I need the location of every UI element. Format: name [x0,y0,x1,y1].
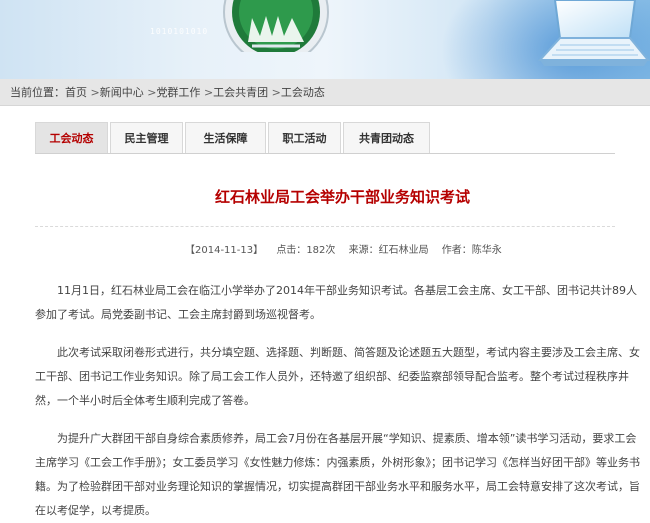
source-value: 红石林业局 [378,245,429,256]
author-value: 陈华永 [471,245,502,256]
breadcrumb-item-union-league[interactable]: 工会共青团 [213,86,268,99]
breadcrumb-item-home[interactable]: 首页 [65,86,87,99]
forestry-logo-icon [223,0,329,52]
breadcrumb-item-news[interactable]: 新闻中心 [100,86,144,99]
category-tabs: 工会动态 民主管理 生活保障 职工活动 共青团动态 [35,122,432,153]
source-label: 来源： [348,245,379,256]
breadcrumb-prefix: 当前位置： [10,86,65,99]
article-paragraph: 此次考试采取闭卷形式进行，共分填空题、选择题、判断题、简答题及论述题五大题型，考… [35,346,640,407]
banner-binary-text: 1010101010 [150,27,209,36]
article-date: 【2014-11-13】 [185,245,264,256]
breadcrumb-separator: > [271,86,281,99]
tabs-divider [35,153,615,154]
tab-union-news[interactable]: 工会动态 [35,122,108,153]
views-label: 点击： [276,245,307,256]
article-paragraph: 为提升广大群团干部自身综合素质修养，局工会7月份在各基层开展“学知识、提素质、增… [35,432,640,517]
laptop-icon [537,0,650,66]
breadcrumb-item-union-news[interactable]: 工会动态 [281,86,325,99]
tab-democratic-management[interactable]: 民主管理 [110,122,183,153]
article-source: 来源：红石林业局 [349,245,429,256]
breadcrumb-separator: > [203,86,214,99]
article-author: 作者：陈华永 [442,245,502,256]
article-title: 红石林业局工会举办干部业务知识考试 [214,188,470,206]
article-views: 点击：182次 [276,245,335,256]
author-label: 作者： [441,245,472,256]
header-banner: 1010101010 [0,0,650,79]
tab-life-support[interactable]: 生活保障 [185,122,266,153]
tab-youth-league-news[interactable]: 共青团动态 [343,122,430,153]
tab-worker-activities[interactable]: 职工活动 [268,122,341,153]
title-divider [35,226,615,227]
article-meta: 【2014-11-13】 点击：182次 来源：红石林业局 作者：陈华永 [185,241,512,256]
article-paragraph: 11月1日，红石林业局工会在临江小学举办了2014年干部业务知识考试。各基层工会… [35,284,637,321]
breadcrumb: 当前位置：首页 >新闻中心 >党群工作 >工会共青团 >工会动态 [0,79,650,106]
breadcrumb-item-party-work[interactable]: 党群工作 [156,86,200,99]
views-count: 182次 [306,245,336,256]
breadcrumb-separator: > [90,86,100,99]
